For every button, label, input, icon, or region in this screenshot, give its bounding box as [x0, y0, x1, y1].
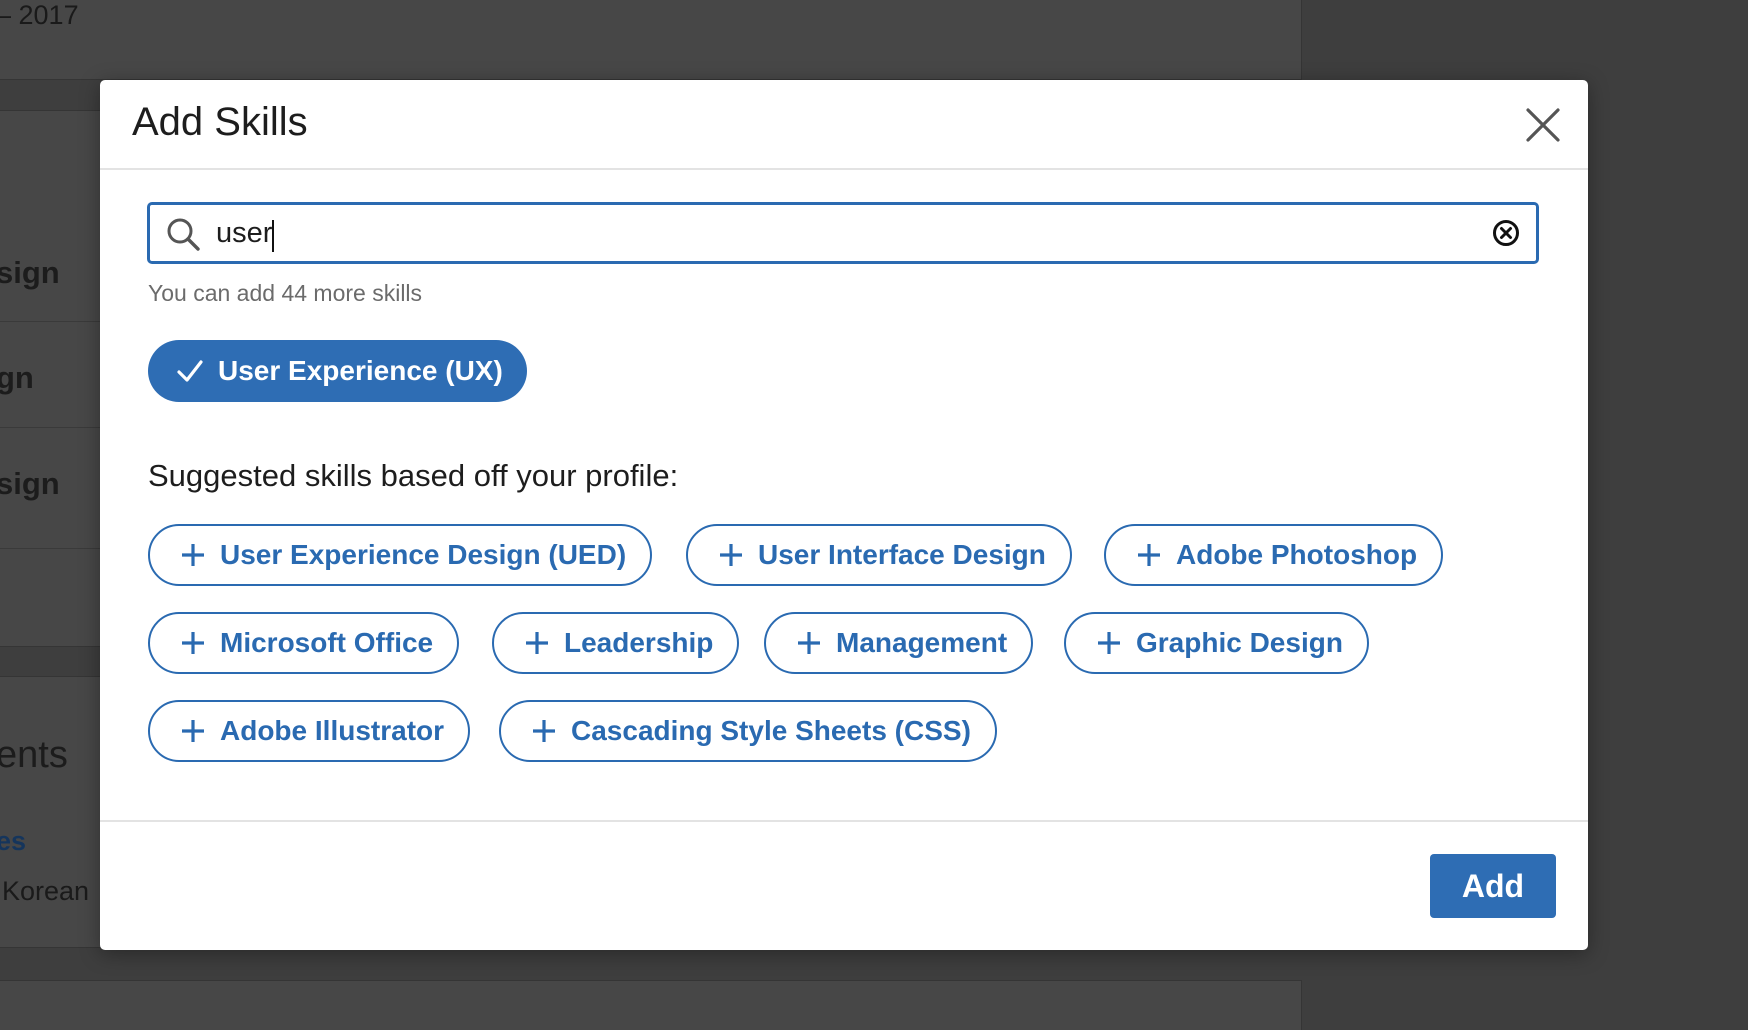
- suggested-skill-label: Adobe Photoshop: [1176, 539, 1418, 570]
- plus-icon: [524, 630, 550, 656]
- selected-skill-pill[interactable]: User Experience (UX): [148, 340, 527, 402]
- search-icon: [167, 218, 200, 251]
- suggested-skill-pill[interactable]: Microsoft Office: [148, 612, 460, 674]
- close-button[interactable]: [1518, 100, 1568, 150]
- suggested-skill-pill[interactable]: User Interface Design: [686, 524, 1072, 586]
- background-row-2: gn: [0, 360, 34, 395]
- plus-icon: [180, 542, 206, 568]
- modal-title: Add Skills: [132, 100, 308, 144]
- background-language: Korean: [2, 876, 90, 906]
- suggested-skill-pill[interactable]: Management: [764, 612, 1034, 674]
- skill-search-box: [147, 202, 1539, 264]
- modal-header: Add Skills: [100, 80, 1588, 170]
- suggested-skill-label: User Interface Design: [758, 539, 1046, 570]
- background-section-title: ents: [0, 734, 68, 776]
- suggested-skills-heading: Suggested skills based off your profile:: [148, 458, 679, 493]
- check-icon: [176, 358, 204, 384]
- suggested-skill-label: Leadership: [564, 627, 714, 658]
- plus-icon: [796, 630, 822, 656]
- suggested-skill-pill[interactable]: Adobe Illustrator: [148, 700, 471, 762]
- suggested-skill-label: Adobe Illustrator: [220, 715, 445, 746]
- add-button[interactable]: Add: [1430, 854, 1556, 918]
- skill-search-input[interactable]: [216, 213, 1446, 253]
- suggested-skill-label: Cascading Style Sheets (CSS): [571, 715, 971, 746]
- suggested-skill-pill[interactable]: Adobe Photoshop: [1104, 524, 1444, 586]
- skills-remaining-hint: You can add 44 more skills: [148, 280, 423, 306]
- suggested-skill-pill[interactable]: Cascading Style Sheets (CSS): [499, 700, 997, 762]
- text-caret: [272, 220, 274, 252]
- background-row-1: sign: [0, 255, 60, 290]
- suggested-skill-label: Graphic Design: [1136, 627, 1343, 658]
- add-skills-modal: Add Skills You can add 44 more skills: [100, 80, 1588, 950]
- suggested-skill-pill[interactable]: Graphic Design: [1064, 612, 1369, 674]
- plus-icon: [718, 542, 744, 568]
- background-card-bottom: [0, 980, 1302, 1030]
- modal-footer: Add: [100, 820, 1588, 950]
- clear-circle-icon: [1493, 220, 1519, 246]
- plus-icon: [531, 718, 557, 744]
- background-link: es: [0, 826, 27, 856]
- plus-icon: [180, 630, 206, 656]
- plus-icon: [1136, 542, 1162, 568]
- background-year: – 2017: [0, 0, 79, 30]
- suggested-skill-label: User Experience Design (UED): [220, 539, 627, 570]
- suggested-skill-pill[interactable]: User Experience Design (UED): [148, 524, 653, 586]
- suggested-skill-label: Microsoft Office: [220, 627, 434, 658]
- background-row-3: sign: [0, 466, 60, 501]
- background-card-top: [0, 0, 1302, 80]
- selected-skill-label: User Experience (UX): [218, 355, 503, 386]
- suggested-skill-label: Management: [836, 627, 1008, 658]
- close-icon: [1526, 108, 1560, 142]
- plus-icon: [180, 718, 206, 744]
- suggested-skill-pill[interactable]: Leadership: [492, 612, 740, 674]
- clear-search-button[interactable]: [1492, 219, 1520, 252]
- plus-icon: [1096, 630, 1122, 656]
